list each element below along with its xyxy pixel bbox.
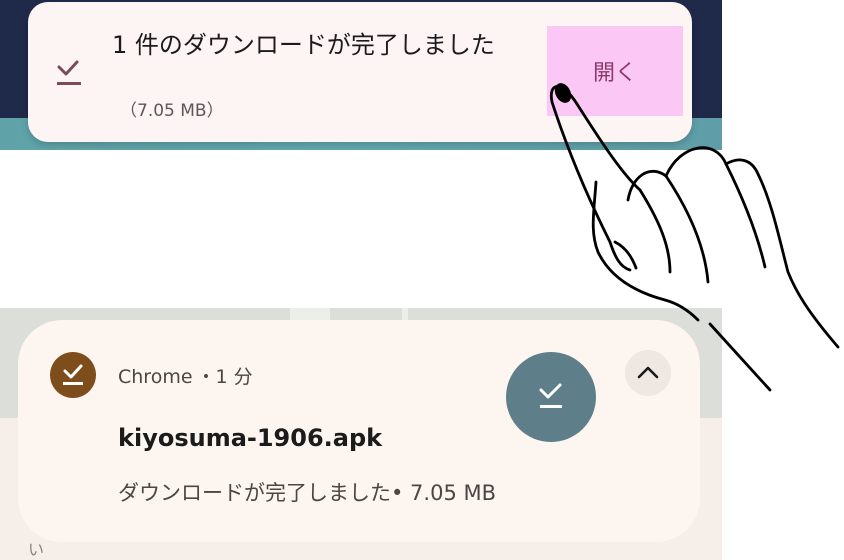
download-done-icon — [56, 58, 82, 88]
background-shape — [402, 308, 408, 320]
notification-header: Chrome ・1 分 — [118, 362, 253, 389]
toast-title: 1 件のダウンロードが完了しました — [112, 31, 495, 59]
background-text-fragment: い — [28, 540, 45, 559]
file-name: kiyosuma-1906.apk — [118, 424, 383, 452]
toast-file-size: （7.05 MB） — [120, 101, 224, 121]
pointing-hand-icon — [540, 72, 844, 406]
background-shape — [290, 308, 330, 320]
notification-description: ダウンロードが完了しました• 7.05 MB — [118, 481, 497, 505]
notification-time: ・1 分 — [196, 366, 253, 388]
app-name: Chrome — [118, 366, 193, 388]
chrome-download-icon — [50, 352, 96, 398]
